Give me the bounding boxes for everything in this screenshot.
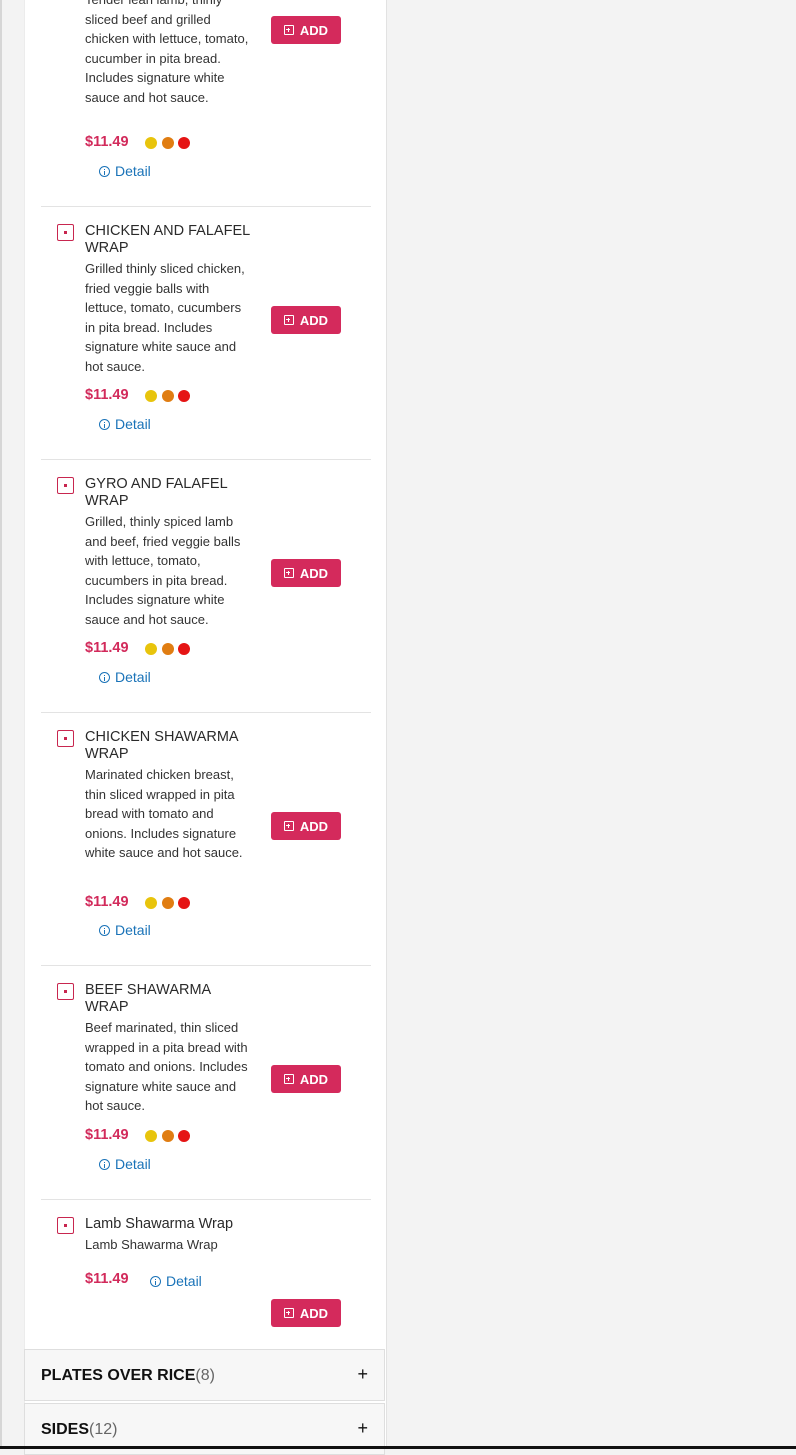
plus-box-icon	[283, 25, 294, 35]
detail-link[interactable]: Detail	[150, 1273, 202, 1289]
detail-label: Detail	[115, 163, 151, 179]
item-description: Grilled thinly sliced chicken, fried veg…	[85, 261, 245, 374]
spice-dot-mild	[145, 1130, 157, 1142]
item-price: $11.49	[85, 1127, 129, 1143]
info-icon	[99, 166, 110, 177]
category-plates-over-rice[interactable]: PLATES OVER RICE(8) +	[24, 1349, 385, 1401]
item-description: Marinated chicken breast, thin sliced wr…	[85, 767, 243, 860]
item-name: GYRO AND FALAFEL WRAP	[85, 476, 228, 509]
add-label: ADD	[299, 565, 329, 581]
menu-item: BEEF SHAWARMA WRAP Beef marinated, thin …	[41, 965, 371, 1200]
add-label: ADD	[299, 818, 329, 834]
info-icon	[99, 1159, 110, 1170]
add-button[interactable]: ADD	[271, 306, 341, 334]
item-checkbox[interactable]	[57, 477, 74, 494]
item-name: BEEF SHAWARMA WRAP	[85, 982, 211, 1015]
item-price: $11.49	[85, 894, 129, 910]
item-description: Tender lean lamb, thinly sliced beef and…	[85, 0, 249, 105]
expand-plus-icon[interactable]: +	[357, 1364, 368, 1385]
item-description: Beef marinated, thin sliced wrapped in a…	[85, 1020, 248, 1113]
category-count: (12)	[89, 1421, 118, 1438]
menu-item: CHICKEN AND FALAFEL WRAP Grilled thinly …	[41, 206, 371, 460]
item-name: CHICKEN AND FALAFEL WRAP	[85, 223, 250, 256]
add-label: ADD	[299, 1305, 329, 1321]
add-label: ADD	[299, 22, 329, 38]
item-price: $11.49	[85, 134, 129, 150]
item-name: Lamb Shawarma Wrap	[85, 1216, 234, 1232]
detail-label: Detail	[166, 1273, 202, 1289]
info-icon	[99, 672, 110, 683]
detail-label: Detail	[115, 416, 151, 432]
category-count: (8)	[195, 1367, 215, 1384]
spice-dot-medium	[162, 897, 174, 909]
item-checkbox[interactable]	[57, 224, 74, 241]
detail-label: Detail	[115, 669, 151, 685]
detail-link[interactable]: Detail	[99, 1156, 151, 1172]
add-button[interactable]: ADD	[271, 16, 341, 44]
spice-dot-medium	[162, 390, 174, 402]
page-left-edge	[0, 0, 2, 1449]
spice-dot-mild	[145, 897, 157, 909]
spice-dot-hot	[178, 390, 190, 402]
info-icon	[99, 419, 110, 430]
menu-item: CHICKEN SHAWARMA WRAP Marinated chicken …	[41, 712, 371, 966]
spice-dot-medium	[162, 643, 174, 655]
item-name: CHICKEN SHAWARMA WRAP	[85, 729, 238, 762]
spice-dot-medium	[162, 1130, 174, 1142]
detail-link[interactable]: Detail	[99, 922, 151, 938]
menu-items-panel: Tender lean lamb, thinly sliced beef and…	[24, 0, 387, 1449]
menu-item: GYRO AND FALAFEL WRAP Grilled, thinly sp…	[41, 459, 371, 713]
info-icon	[150, 1276, 161, 1287]
detail-link[interactable]: Detail	[99, 163, 151, 179]
add-button[interactable]: ADD	[271, 1299, 341, 1327]
plus-box-icon	[283, 1308, 294, 1318]
item-price: $11.49	[85, 640, 129, 656]
item-checkbox[interactable]	[57, 1217, 74, 1234]
spice-dot-mild	[145, 390, 157, 402]
item-checkbox[interactable]	[57, 983, 74, 1000]
menu-item: Lamb Shawarma Wrap Lamb Shawarma Wrap $1…	[41, 1199, 371, 1347]
plus-box-icon	[283, 1074, 294, 1084]
add-button[interactable]: ADD	[271, 812, 341, 840]
item-price: $11.49	[85, 1271, 129, 1287]
add-button[interactable]: ADD	[271, 559, 341, 587]
spice-dot-medium	[162, 137, 174, 149]
category-title: PLATES OVER RICE(8)	[41, 1367, 215, 1384]
spice-dot-hot	[178, 137, 190, 149]
plus-box-icon	[283, 568, 294, 578]
detail-label: Detail	[115, 922, 151, 938]
detail-label: Detail	[115, 1156, 151, 1172]
item-description: Lamb Shawarma Wrap	[85, 1237, 218, 1252]
add-label: ADD	[299, 1071, 329, 1087]
expand-plus-icon[interactable]: +	[357, 1418, 368, 1439]
item-checkbox[interactable]	[57, 730, 74, 747]
spice-dot-hot	[178, 1130, 190, 1142]
category-title: SIDES(12)	[41, 1421, 118, 1438]
add-button[interactable]: ADD	[271, 1065, 341, 1093]
detail-link[interactable]: Detail	[99, 669, 151, 685]
menu-item: Tender lean lamb, thinly sliced beef and…	[41, 0, 371, 207]
plus-box-icon	[283, 315, 294, 325]
spice-dot-mild	[145, 137, 157, 149]
add-label: ADD	[299, 312, 329, 328]
item-description: Grilled, thinly spiced lamb and beef, fr…	[85, 514, 241, 627]
spice-dot-mild	[145, 643, 157, 655]
detail-link[interactable]: Detail	[99, 416, 151, 432]
info-icon	[99, 925, 110, 936]
item-price: $11.49	[85, 387, 129, 403]
spice-dot-hot	[178, 897, 190, 909]
spice-dot-hot	[178, 643, 190, 655]
plus-box-icon	[283, 821, 294, 831]
